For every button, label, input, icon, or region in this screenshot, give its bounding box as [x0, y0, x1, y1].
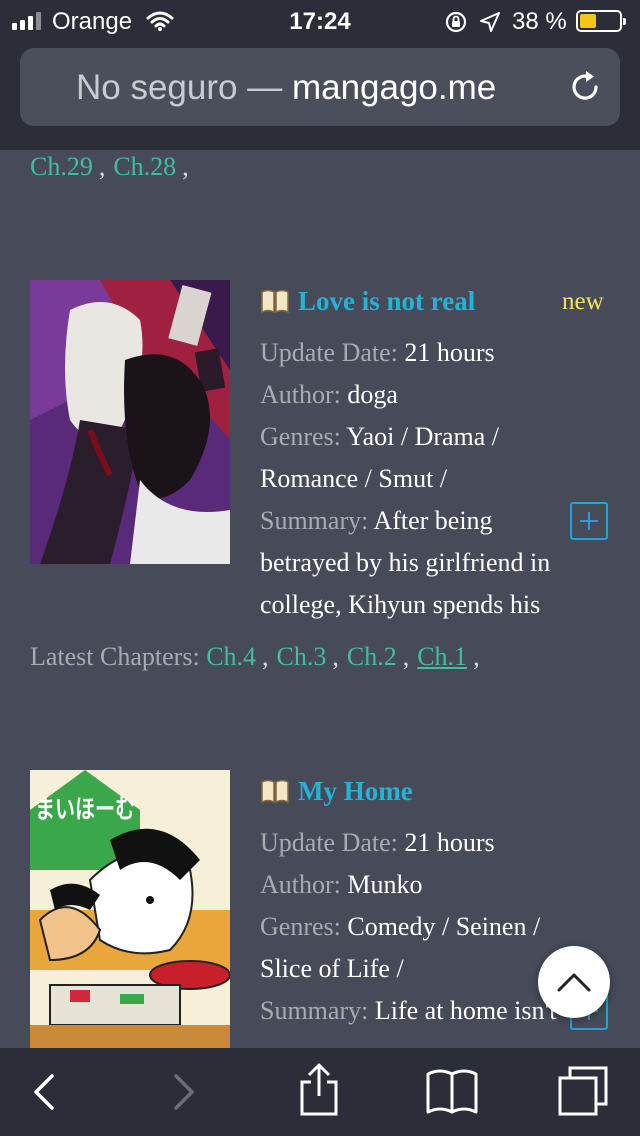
location-arrow-icon: [480, 12, 500, 32]
chapter-link[interactable]: Ch.4: [206, 642, 256, 671]
genres-row: Genres: Yaoi / Drama /: [260, 422, 500, 451]
reload-icon[interactable]: [566, 68, 604, 106]
update-date-row: Update Date: 21 hours: [260, 338, 495, 367]
update-date-row: Update Date: 21 hours: [260, 828, 495, 857]
manga-title-text: Love is not real: [298, 286, 476, 316]
battery-icon: [576, 10, 626, 32]
chapter-link[interactable]: Ch.29: [30, 152, 93, 181]
bookmarks-icon[interactable]: [424, 1066, 480, 1116]
status-bar: Orange 17:24 38 %: [0, 0, 640, 42]
manga-title-text: My Home: [298, 776, 413, 806]
back-icon[interactable]: [28, 1068, 62, 1116]
book-icon: [261, 779, 289, 804]
address-bar[interactable]: No seguro — mangago.me: [20, 48, 620, 126]
previous-entry-chapters: Ch.29, Ch.28,: [30, 152, 189, 181]
book-icon: [261, 289, 289, 314]
rotation-lock-icon: [445, 11, 467, 33]
manga-info-love-is-not-real: Update Date: 21 hours Author: doga Genre…: [260, 332, 600, 626]
chapter-link[interactable]: Ch.1: [417, 642, 467, 671]
summary-text-line: betrayed by his girlfriend in: [260, 548, 551, 577]
genres-row: Genres: Comedy / Seinen /: [260, 912, 541, 941]
expand-summary-button[interactable]: [570, 502, 608, 540]
genres-row-continued: Romance / Smut /: [260, 464, 448, 493]
address-text[interactable]: No seguro — mangago.me: [76, 68, 496, 108]
new-badge: new: [562, 288, 604, 315]
manga-title-my-home[interactable]: My Home: [260, 776, 413, 807]
browser-top-chrome: Orange 17:24 38 % No seguro — mangago.me: [0, 0, 640, 150]
battery-percent: 38 %: [512, 8, 567, 35]
chapter-link[interactable]: Ch.2: [347, 642, 397, 671]
author-row: Author: Munko: [260, 870, 423, 899]
chapter-link[interactable]: Ch.28: [113, 152, 176, 181]
tabs-icon[interactable]: [556, 1064, 612, 1120]
manga-title-love-is-not-real[interactable]: Love is not real: [260, 286, 475, 317]
cover-title-text: まいほーむ: [35, 795, 135, 825]
domain-label: mangago.me: [291, 68, 497, 107]
share-icon[interactable]: [296, 1062, 342, 1118]
summary-text-line: college, Kihyun spends his: [260, 590, 541, 619]
manga-cover-my-home[interactable]: まいほーむ: [30, 770, 230, 1048]
forward-icon[interactable]: [166, 1068, 200, 1116]
author-row: Author: doga: [260, 380, 398, 409]
scroll-to-top-button[interactable]: [538, 946, 610, 1018]
insecure-label: No seguro —: [76, 68, 283, 107]
summary-row: Summary: After being: [260, 506, 493, 535]
manga-cover-love-is-not-real[interactable]: [30, 280, 230, 564]
latest-chapters-row: Latest Chapters: Ch.4, Ch.3, Ch.2, Ch.1,: [30, 642, 480, 671]
chevron-up-icon: [557, 973, 591, 992]
browser-bottom-toolbar: [0, 1048, 640, 1136]
chapter-link[interactable]: Ch.3: [277, 642, 327, 671]
